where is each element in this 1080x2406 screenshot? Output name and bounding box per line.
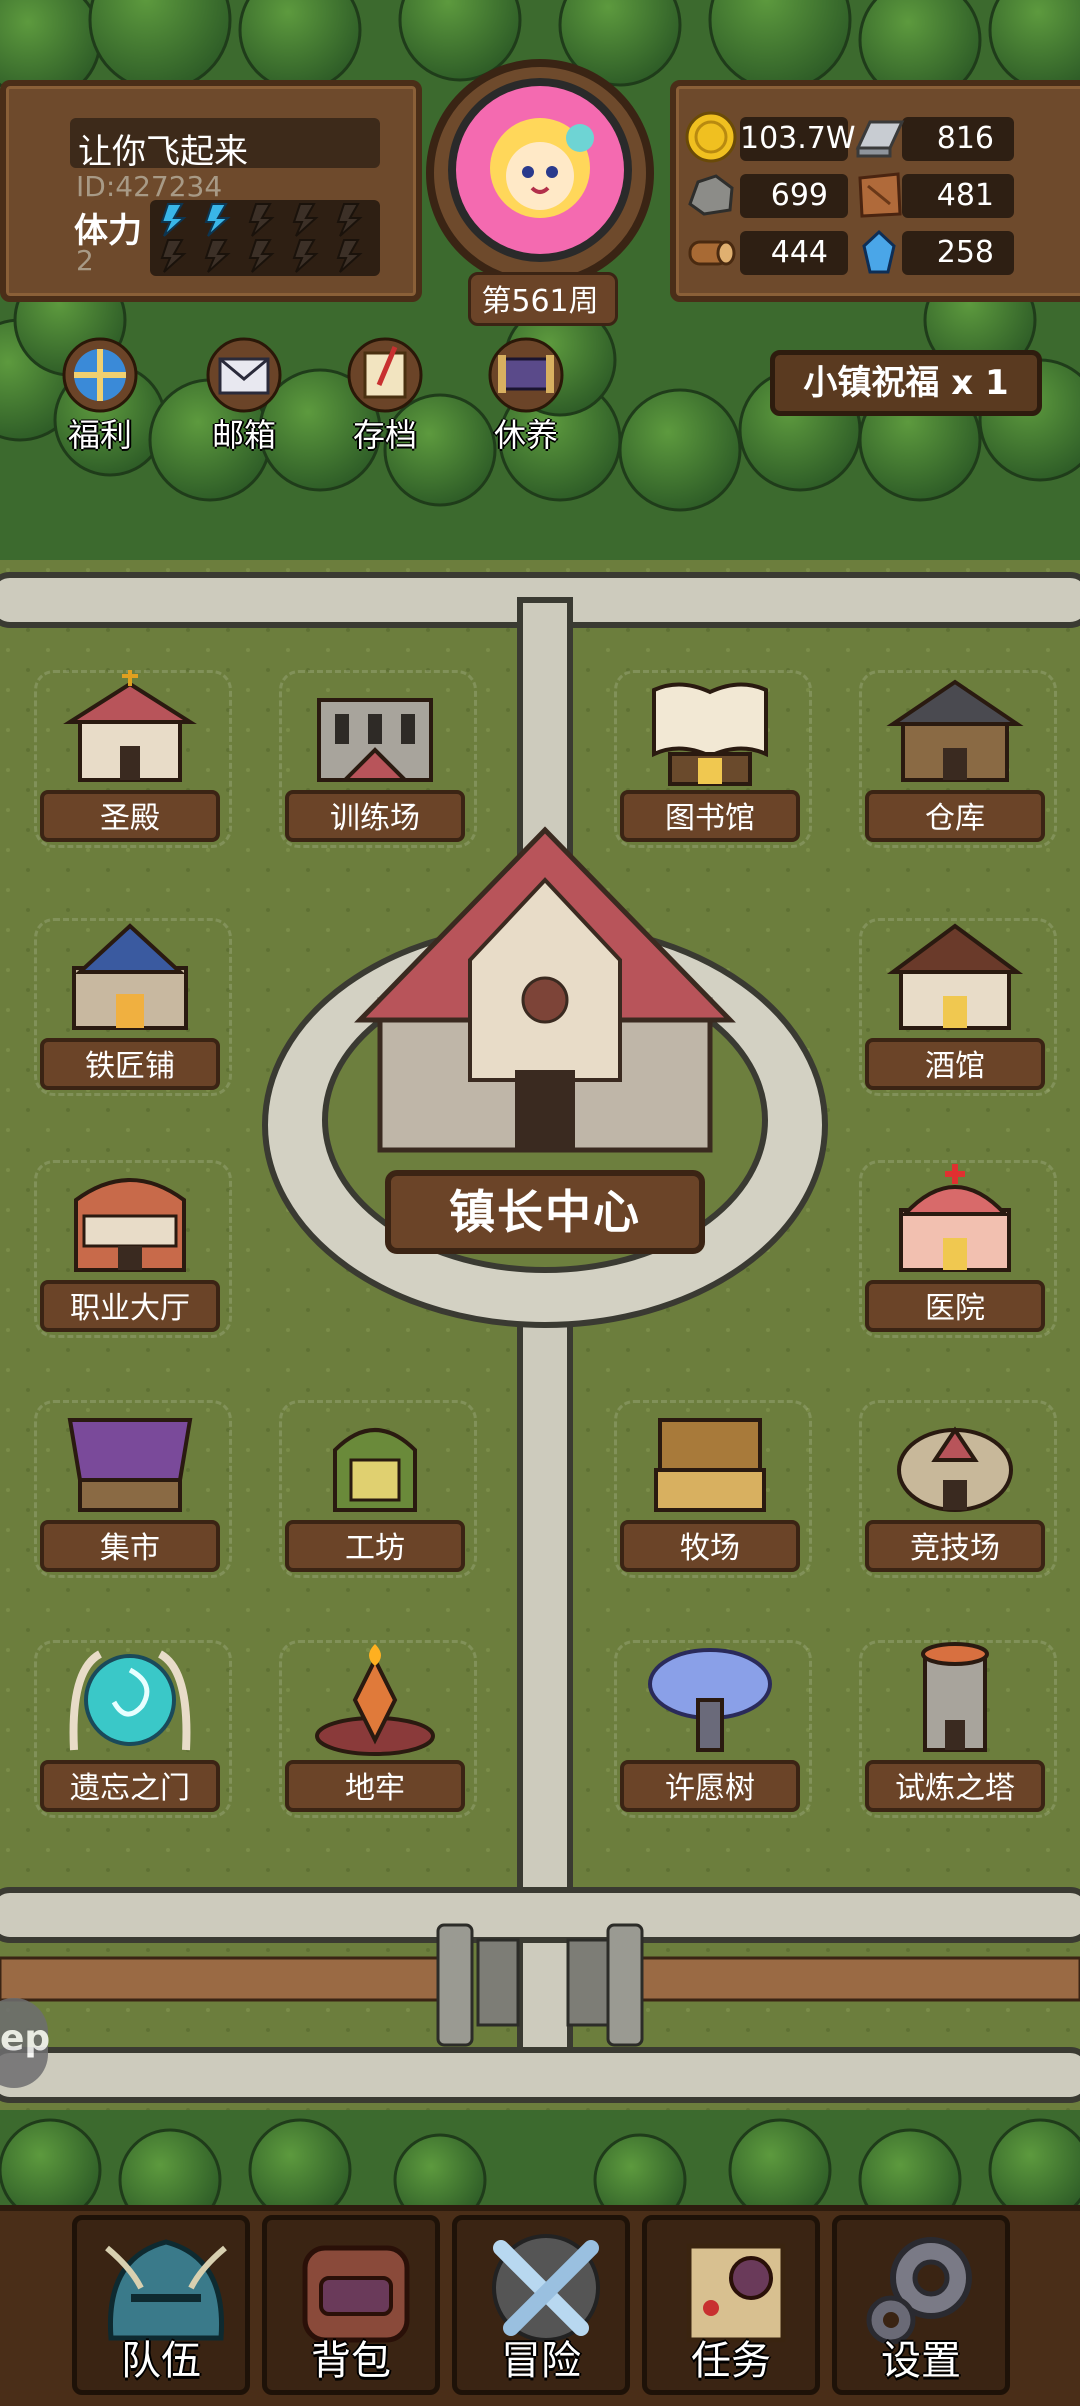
building-blacksmith[interactable]: 铁匠铺 [30, 908, 232, 1098]
town-hall-button[interactable]: 镇长中心 [385, 1170, 705, 1254]
market-icon [67, 1418, 193, 1512]
stone-amount: 699 [740, 174, 848, 218]
mailbox-label: 邮箱 [211, 416, 276, 454]
nav-adventure-label: 冒险 [501, 2338, 581, 2384]
ranch-icon [654, 1418, 766, 1512]
wishing-tree-icon [648, 1648, 772, 1752]
stamina-value: 2 [76, 244, 94, 277]
nav-settings[interactable]: 设置 [832, 2215, 1010, 2395]
temple-label: 圣殿 [40, 790, 220, 842]
player-name: 让你飞起来 [78, 132, 248, 172]
wood-amount: 444 [740, 231, 848, 275]
building-temple[interactable]: 圣殿 [30, 660, 232, 850]
ranch-label: 牧场 [620, 1520, 800, 1572]
training-ground-label: 训练场 [285, 790, 465, 842]
building-trial-tower[interactable]: 试炼之塔 [855, 1630, 1057, 1820]
crystal-icon [862, 229, 896, 274]
wood-log-icon [688, 240, 736, 266]
mailbox-icon [206, 337, 282, 413]
leather-icon [858, 172, 902, 218]
stamina-bolts [160, 203, 363, 273]
trial-tower-icon [921, 1642, 989, 1752]
building-market[interactable]: 集市 [30, 1390, 232, 1580]
crystal-amount: 258 [902, 231, 1014, 275]
library-label: 图书馆 [620, 790, 800, 842]
forgotten-gate-label: 遗忘之门 [40, 1760, 220, 1812]
nav-backpack[interactable]: 背包 [262, 2215, 440, 2395]
gold-coin-icon [685, 111, 737, 163]
town-blessing-label: 小镇祝福 x 1 [803, 363, 1009, 403]
building-workshop[interactable]: 工坊 [275, 1390, 477, 1580]
scroll-save-icon [347, 337, 423, 413]
side-floating-tab[interactable]: ep [0, 1998, 51, 2088]
save-button[interactable]: 存档 [325, 330, 445, 454]
arena-label: 竞技场 [865, 1520, 1045, 1572]
nav-team[interactable]: 队伍 [72, 2215, 250, 2395]
empty-bolt-icon [160, 203, 363, 273]
avatar[interactable] [420, 58, 660, 298]
training-ground-icon [317, 698, 433, 782]
building-warehouse[interactable]: 仓库 [855, 660, 1057, 850]
hospital-label: 医院 [865, 1280, 1045, 1332]
building-wishing-tree[interactable]: 许愿树 [610, 1630, 812, 1820]
nav-adventure[interactable]: 冒险 [452, 2215, 630, 2395]
trial-tower-label: 试炼之塔 [865, 1760, 1045, 1812]
blacksmith-icon [72, 923, 188, 1030]
save-label: 存档 [352, 416, 417, 454]
wishing-tree-label: 许愿树 [620, 1760, 800, 1812]
hospital-icon [899, 1164, 1011, 1272]
dungeon-label: 地牢 [285, 1760, 465, 1812]
iron-ingot-icon [855, 120, 905, 158]
rest-label: 休养 [493, 416, 558, 454]
building-hospital[interactable]: 医院 [855, 1150, 1057, 1340]
leather-amount: 481 [902, 174, 1014, 218]
building-tavern[interactable]: 酒馆 [855, 908, 1057, 1098]
town-hall-label: 镇长中心 [449, 1185, 641, 1239]
stone-ore-icon [688, 174, 734, 216]
library-icon [652, 682, 768, 786]
building-job-hall[interactable]: 职业大厅 [30, 1150, 232, 1340]
building-forgotten-gate[interactable]: 遗忘之门 [30, 1630, 232, 1820]
mailbox-button[interactable]: 邮箱 [184, 330, 304, 454]
nav-backpack-label: 背包 [311, 2338, 391, 2384]
welfare-button[interactable]: 福利 [40, 330, 160, 454]
nav-settings-label: 设置 [881, 2338, 961, 2384]
nav-team-label: 队伍 [121, 2338, 201, 2384]
iron-amount: 816 [902, 117, 1014, 161]
building-arena[interactable]: 竞技场 [855, 1390, 1057, 1580]
nav-quest[interactable]: 任务 [642, 2215, 820, 2395]
arena-icon [897, 1426, 1013, 1512]
workshop-label: 工坊 [285, 1520, 465, 1572]
building-ranch[interactable]: 牧场 [610, 1390, 812, 1580]
welfare-label: 福利 [67, 416, 132, 454]
job-hall-label: 职业大厅 [40, 1280, 220, 1332]
tavern-label: 酒馆 [865, 1038, 1045, 1090]
welfare-wheel-icon [62, 337, 138, 413]
bolt-icon [160, 203, 231, 237]
tavern-icon [886, 923, 1024, 1030]
player-header: 让你飞起来 ID:427234 体力 2 第561周 103.7W 816 69… [0, 0, 1080, 326]
town-blessing-badge[interactable]: 小镇祝福 x 1 [770, 350, 1042, 416]
rest-button[interactable]: 休养 [466, 330, 586, 454]
stamina-bar[interactable] [150, 200, 380, 276]
week-label: 第561周 [481, 284, 599, 319]
rest-scroll-icon [488, 337, 564, 413]
building-training-ground[interactable]: 训练场 [275, 660, 477, 850]
workshop-icon [333, 1428, 417, 1512]
blacksmith-label: 铁匠铺 [40, 1038, 220, 1090]
side-tab-label: ep [0, 2018, 51, 2059]
warehouse-icon [886, 679, 1024, 782]
job-hall-icon [74, 1178, 186, 1272]
building-library[interactable]: 图书馆 [610, 660, 812, 850]
building-dungeon[interactable]: 地牢 [275, 1630, 477, 1820]
warehouse-label: 仓库 [865, 790, 1045, 842]
temple-icon [63, 670, 197, 782]
player-id: ID:427234 [76, 170, 223, 203]
nav-quest-label: 任务 [691, 2338, 771, 2384]
market-label: 集市 [40, 1520, 220, 1572]
portal-icon [69, 1650, 191, 1751]
dungeon-icon [315, 1644, 435, 1756]
gold-amount: 103.7W [740, 117, 856, 161]
